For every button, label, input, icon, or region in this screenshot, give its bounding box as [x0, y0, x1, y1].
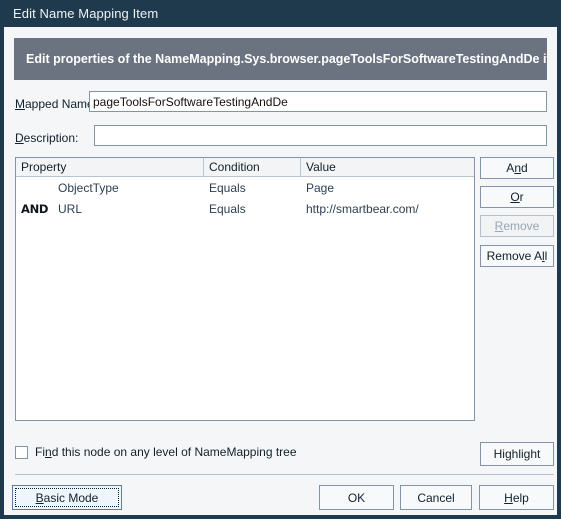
row-property-cell: AND URL [16, 199, 204, 219]
description-label: Description: [15, 131, 78, 145]
mapped-name-label-rest: apped Name: [25, 97, 98, 111]
help-button-accelerator: H [504, 490, 513, 505]
row-property-cell: ObjectType [16, 178, 204, 198]
highlight-button-label-pre: Hi [493, 447, 505, 461]
footer-separator [15, 474, 554, 475]
row-property-name: URL [58, 201, 83, 216]
remove-button: Remove [480, 215, 554, 237]
row-property-name: ObjectType [58, 180, 119, 195]
properties-banner: Edit properties of the NameMapping.Sys.b… [14, 38, 547, 80]
find-node-any-level-checkbox[interactable] [15, 445, 28, 459]
highlight-button[interactable]: Hi g hlight [480, 442, 554, 466]
remove-all-button[interactable]: Remove All [480, 245, 554, 267]
cancel-button[interactable]: Cancel [400, 485, 472, 510]
edit-name-mapping-dialog: Edit Name Mapping Item Edit properties o… [0, 0, 561, 519]
or-button-label-post: r [519, 190, 524, 204]
row-condition-cell: Equals [209, 201, 246, 216]
conditions-list[interactable]: Property Condition Value ObjectType Equa… [15, 157, 475, 421]
find-node-label-post: d this node on any level of NameMapping … [51, 445, 297, 459]
help-button-label-post: elp [512, 490, 529, 505]
highlight-button-label-post: hlight [511, 447, 541, 461]
column-header-condition[interactable]: Condition [204, 158, 301, 176]
remove-all-button-label-post: l [544, 249, 548, 263]
column-header-property[interactable]: Property [16, 158, 204, 176]
ok-button-label: OK [347, 490, 366, 505]
table-row[interactable]: AND URL Equals http://smartbear.com/ [16, 198, 474, 219]
and-button-label-post: d [521, 161, 528, 175]
mapped-name-input[interactable] [89, 91, 547, 112]
column-header-value[interactable]: Value [301, 158, 474, 176]
dialog-title: Edit Name Mapping Item [13, 6, 159, 21]
dialog-client-area: Edit properties of the NameMapping.Sys.b… [4, 27, 557, 515]
basic-mode-button[interactable]: Basic Mode [12, 485, 122, 510]
description-input[interactable] [94, 125, 547, 146]
and-button[interactable]: And [480, 157, 554, 179]
basic-mode-label-post: asic Mode [43, 490, 99, 505]
highlight-button-accelerator: g [504, 447, 512, 461]
row-value-cell: Page [306, 180, 335, 195]
remove-button-label-post: emove [503, 219, 540, 233]
conditions-list-header: Property Condition Value [16, 158, 474, 177]
find-node-label-accelerator: n [45, 445, 52, 459]
row-condition-cell: Equals [209, 180, 246, 195]
row-value-cell: http://smartbear.com/ [306, 201, 419, 216]
row-operator-tag: AND [21, 201, 49, 216]
description-label-rest: escription: [23, 131, 79, 145]
description-label-accelerator: D [15, 131, 24, 145]
cancel-button-label: Cancel [417, 490, 455, 505]
conditions-list-body: ObjectType Equals Page AND URL Equals ht… [16, 177, 474, 219]
mapped-name-label-accelerator: M [15, 97, 25, 111]
or-button-accelerator: O [510, 190, 520, 204]
dialog-titlebar: Edit Name Mapping Item [4, 0, 557, 27]
table-row[interactable]: ObjectType Equals Page [16, 177, 474, 198]
mapped-name-label: Mapped Name: [15, 97, 97, 111]
ok-button[interactable]: OK [319, 485, 394, 510]
and-button-accelerator: n [514, 161, 521, 175]
or-button[interactable]: Or [480, 186, 554, 208]
properties-banner-text: Edit properties of the NameMapping.Sys.b… [26, 52, 547, 66]
find-node-label-pre: Fi [35, 445, 45, 459]
remove-all-button-label-pre: Remove A [486, 249, 542, 263]
find-node-any-level-label: Find this node on any level of NameMappi… [35, 445, 297, 459]
find-node-any-level-row[interactable]: Find this node on any level of NameMappi… [15, 445, 297, 459]
basic-mode-accelerator: B [35, 490, 44, 505]
and-button-label-pre: A [506, 161, 515, 175]
remove-button-accelerator: R [494, 219, 504, 233]
help-button[interactable]: Help [479, 485, 554, 510]
